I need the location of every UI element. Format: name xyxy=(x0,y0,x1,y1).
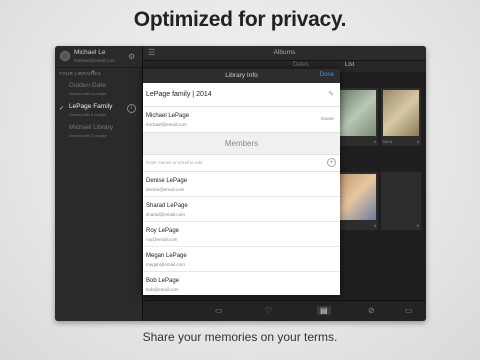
library-name-row[interactable]: LePage family | 2014 ✎ xyxy=(143,83,340,107)
avatar xyxy=(60,51,70,61)
library-name: LePage Family xyxy=(69,103,113,110)
album-thumb[interactable]: 6 xyxy=(338,88,378,146)
library-sub: Owned with 4 people xyxy=(69,91,107,96)
check-icon: ✓ xyxy=(59,106,65,112)
member-email: sharad@email.com xyxy=(146,212,185,217)
sidebar-item-golden-gate[interactable]: Golden Gate Owned with 4 people xyxy=(55,79,143,99)
modal-title: Library Info xyxy=(225,72,258,79)
album-count: 6 xyxy=(417,140,419,144)
message-icon[interactable]: ▭ xyxy=(405,306,413,315)
owner-email: michael@email.com xyxy=(146,122,187,127)
owner-name: Michael LePage xyxy=(146,113,190,119)
folder-icon[interactable]: ▭ xyxy=(215,306,223,315)
profile[interactable]: Michael Le michael@email.com ⚙ xyxy=(55,46,143,68)
edit-icon[interactable]: ✎ xyxy=(328,90,334,98)
sidebar-item-lepage-family[interactable]: ✓ LePage Family Owned with 5 people i xyxy=(55,100,143,120)
library-info-modal: Library Info Done LePage family | 2014 ✎… xyxy=(143,69,340,295)
sidebar: Michael Le michael@email.com ⚙ YOUR LIBR… xyxy=(55,46,143,321)
sidebar-item-michael-library[interactable]: Michael Library Owned with 3 people xyxy=(55,121,143,141)
album-thumb[interactable]: 6 xyxy=(381,172,421,230)
library-sub: Owned with 3 people xyxy=(69,133,107,138)
album-count: 6 xyxy=(417,224,419,228)
library-name-field[interactable]: LePage family | 2014 xyxy=(146,91,212,98)
member-name: Denise LePage xyxy=(146,178,188,184)
library-sub: Owned with 5 people xyxy=(69,112,107,117)
album-count: 6 xyxy=(374,224,376,228)
block-icon[interactable]: ⊘ xyxy=(368,306,375,315)
invite-row[interactable]: Enter names or email to add + xyxy=(143,155,340,172)
profile-name: Michael Le xyxy=(74,49,106,56)
member-name: Megan LePage xyxy=(146,253,187,259)
album-count: 6 xyxy=(374,140,376,144)
tab-list[interactable]: List xyxy=(345,62,354,68)
add-library-button[interactable]: + xyxy=(91,69,95,76)
album-photo xyxy=(340,174,376,220)
member-name: Bob LePage xyxy=(146,278,180,284)
member-row[interactable]: Sharad LePage sharad@email.com xyxy=(143,197,340,222)
member-email: bob@email.com xyxy=(146,287,179,292)
invite-input[interactable]: Enter names or email to add xyxy=(146,160,203,165)
gear-icon[interactable]: ⚙ xyxy=(128,52,135,61)
member-row[interactable]: Denise LePage denise@email.com xyxy=(143,172,340,197)
done-button[interactable]: Done xyxy=(320,72,334,78)
album-photo xyxy=(340,90,376,136)
heart-icon[interactable]: ♡ xyxy=(265,306,272,315)
member-email: roy@email.com xyxy=(146,237,178,242)
album-photo xyxy=(383,90,419,136)
member-email: megan@email.com xyxy=(146,262,185,267)
library-name: Michael Library xyxy=(69,124,114,131)
member-name: Roy LePage xyxy=(146,228,180,234)
member-row[interactable]: Bob LePage bob@email.com xyxy=(143,272,340,295)
album-thumb[interactable]: 6 xyxy=(338,172,378,230)
member-row[interactable]: Roy LePage roy@email.com xyxy=(143,222,340,247)
member-row[interactable]: Megan LePage megan@email.com xyxy=(143,247,340,272)
members-title: Members xyxy=(224,139,259,148)
modal-header: Library Info Done xyxy=(143,69,340,83)
top-bar: ☰ Albums xyxy=(143,46,426,61)
owner-tag: Owner xyxy=(320,116,334,121)
member-email: denise@email.com xyxy=(146,187,185,192)
library-name: Golden Gate xyxy=(69,82,106,89)
caption: Share your memories on your terms. xyxy=(142,330,338,344)
grid-icon[interactable]: ▤ xyxy=(317,306,331,315)
add-member-button[interactable]: + xyxy=(327,158,336,167)
profile-email: michael@email.com xyxy=(74,58,115,63)
member-name: Sharad LePage xyxy=(146,203,188,209)
album-photo xyxy=(383,174,419,220)
tab-dates[interactable]: Dates xyxy=(293,62,309,68)
members-section-header: Members xyxy=(143,132,340,155)
bottom-bar: ▭ ♡ ▤ ⊘ ▭ xyxy=(143,300,426,321)
page-title: Albums xyxy=(273,49,296,56)
info-icon[interactable]: i xyxy=(127,104,136,113)
headline: Optimized for privacy. xyxy=(133,8,347,31)
owner-row: Michael LePage michael@email.com Owner xyxy=(143,107,340,132)
album-date: Nov 6 xyxy=(383,140,393,144)
album-thumb[interactable]: Nov 6 6 xyxy=(381,88,421,146)
